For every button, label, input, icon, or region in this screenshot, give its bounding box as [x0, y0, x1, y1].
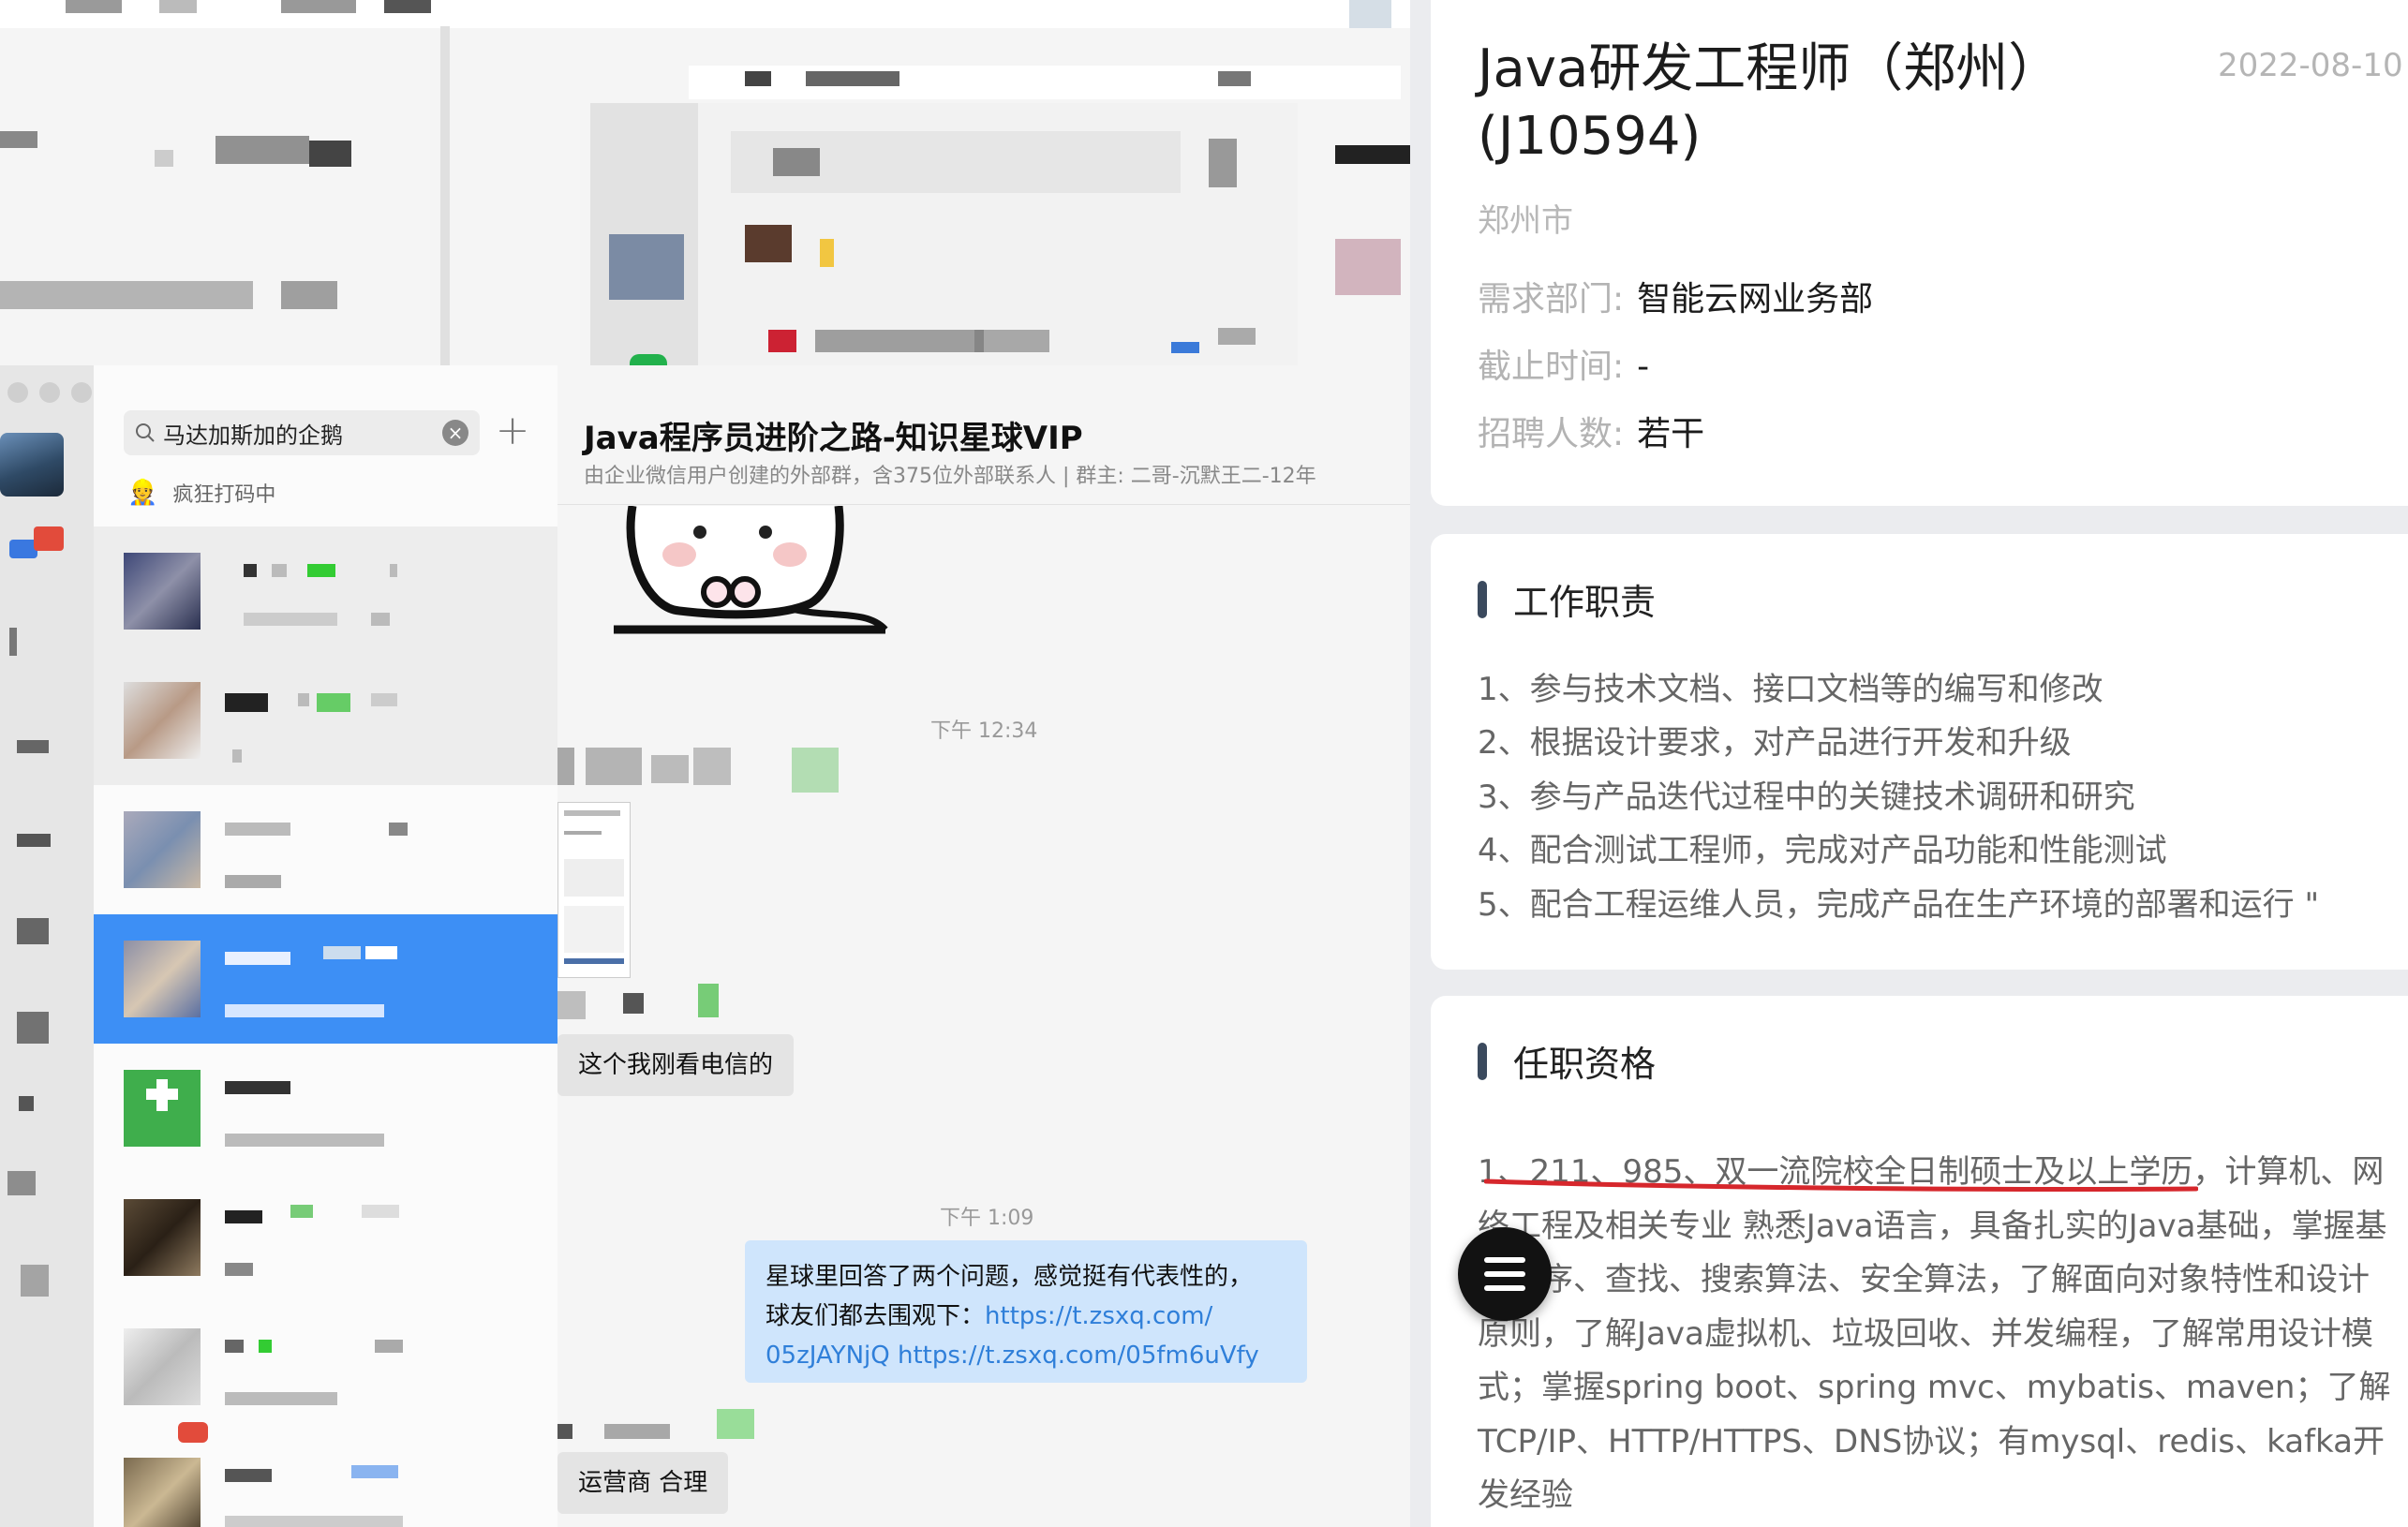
status-row[interactable]: 👷 疯狂打码中	[127, 478, 275, 508]
rail-item[interactable]	[17, 834, 51, 847]
list-item: 4、配合测试工程师，完成对产品功能和性能测试	[1478, 832, 2167, 869]
chat-subtitle: 由企业微信用户创建的外部群，含375位外部联系人 | 群主: 二哥-沉默王二-1…	[584, 465, 1316, 488]
field-label: 截止时间:	[1478, 348, 1625, 386]
list-item: 2、根据设计要求，对产品进行开发和升级	[1478, 724, 2072, 762]
list-item: 5、配合工程运维人员，完成产品在生产环境的部署和运行 "	[1478, 886, 2320, 924]
section-title: 任职资格	[1478, 1035, 1656, 1087]
message-link[interactable]: https://t.zsxq.com/	[985, 1302, 1212, 1330]
close-window-button[interactable]	[7, 382, 28, 403]
field-value: 智能云网业务部	[1637, 280, 1874, 319]
minimize-window-button[interactable]	[39, 382, 60, 403]
list-item: 3、参与产品迭代过程中的关键技术调研和研究	[1478, 778, 2135, 816]
sender-name-redacted	[557, 1409, 764, 1443]
job-header-card: Java研发工程师（郑州）(J10594) 2022-08-10 郑州市 需求部…	[1431, 0, 2408, 506]
chat-pane: Java程序员进阶之路-知识星球VIP 由企业微信用户创建的外部群，含375位外…	[557, 365, 1410, 1527]
background-window	[0, 0, 1410, 365]
section-title: 工作职责	[1478, 573, 1656, 625]
avatar	[124, 553, 201, 630]
list-item[interactable]	[94, 656, 557, 785]
field-value: 若干	[1637, 415, 1705, 453]
conversation-list: 马达加斯加的企鹅 × + 👷 疯狂打码中	[94, 365, 557, 1527]
qualifications-card: 任职资格 1、211、985、双一流院校全日制硕士及以上学历，计算机、网络工程及…	[1431, 996, 2408, 1527]
search-text: 马达加斯加的企鹅	[163, 422, 343, 449]
rail-item[interactable]	[7, 1171, 36, 1195]
sender-avatar-redacted	[792, 748, 839, 793]
clear-icon[interactable]: ×	[442, 420, 468, 446]
avatar	[124, 1199, 201, 1276]
responsibilities-card: 工作职责 1、参与技术文档、接口文档等的编写和修改 2、根据设计要求，对产品进行…	[1431, 534, 2408, 970]
section-title-text: 工作职责	[1513, 582, 1657, 623]
avatar	[124, 1328, 201, 1405]
field-label: 需求部门:	[1478, 280, 1625, 319]
plus-icon[interactable]: +	[492, 405, 533, 457]
sender-name-redacted	[557, 748, 745, 793]
icon-rail	[0, 365, 94, 1527]
menu-icon[interactable]	[1458, 1227, 1552, 1321]
field-headcount: 招聘人数: 若干	[1478, 407, 1704, 455]
message-bubble[interactable]: 运营商 合理	[557, 1452, 729, 1514]
message-line: 星球里回答了两个问题，感觉挺有代表性的，	[766, 1263, 1254, 1291]
rail-item[interactable]	[17, 740, 49, 753]
app-icon[interactable]	[9, 526, 64, 558]
qualifications-text: 1、211、985、双一流院校全日制硕士及以上学历，计算机、网络工程及相关专业 …	[1478, 1153, 2391, 1514]
job-title: Java研发工程师（郑州）(J10594)	[1478, 38, 2035, 167]
search-icon	[136, 423, 155, 442]
list-item: 1、参与技术文档、接口文档等的编写和修改	[1478, 671, 2103, 708]
list-item[interactable]	[94, 1173, 557, 1302]
section-title-text: 任职资格	[1513, 1044, 1657, 1085]
rail-item[interactable]	[17, 1012, 49, 1044]
screenshot-image[interactable]	[557, 802, 631, 978]
chat-title: Java程序员进阶之路-知识星球VIP	[584, 420, 1083, 457]
avatar	[124, 1458, 201, 1527]
avatar[interactable]	[0, 433, 64, 497]
job-city: 郑州市	[1478, 202, 1573, 240]
rail-item[interactable]	[19, 1096, 34, 1111]
field-value: -	[1637, 348, 1650, 386]
list-item[interactable]	[94, 1422, 557, 1527]
list-item-selected[interactable]	[94, 914, 557, 1044]
message-link[interactable]: https://t.zsxq.com/05fm6uVfy	[898, 1342, 1259, 1370]
annotation-underline	[1484, 1179, 2198, 1193]
section-marker	[1478, 580, 1487, 618]
list-item[interactable]	[94, 1044, 557, 1173]
sticker-image[interactable]	[614, 506, 895, 637]
message-bubble[interactable]: 这个我刚看电信的	[557, 1034, 795, 1096]
rail-item[interactable]	[9, 628, 17, 656]
sender-name-redacted	[557, 984, 745, 1021]
list-item[interactable]	[94, 1302, 557, 1431]
message-timestamp: 下午 1:09	[940, 1207, 1034, 1230]
rail-item[interactable]	[17, 918, 49, 944]
avatar	[124, 682, 201, 759]
status-text: 疯狂打码中	[172, 483, 276, 507]
status-emoji: 👷	[127, 479, 158, 507]
chat-window: 马达加斯加的企鹅 × + 👷 疯狂打码中 Java程序员进阶之路-知识星球VIP…	[0, 365, 1410, 1527]
field-department: 需求部门: 智能云网业务部	[1478, 272, 1873, 320]
maximize-window-button[interactable]	[71, 382, 92, 403]
chat-header: Java程序员进阶之路-知识星球VIP 由企业微信用户创建的外部群，含375位外…	[557, 365, 1410, 505]
message-link[interactable]: 05zJAYNjQ	[766, 1342, 890, 1370]
field-label: 招聘人数:	[1478, 415, 1625, 453]
message-timestamp: 下午 12:34	[930, 719, 1038, 743]
job-detail-panel: Java研发工程师（郑州）(J10594) 2022-08-10 郑州市 需求部…	[1410, 0, 2408, 1527]
avatar	[124, 811, 201, 888]
list-item[interactable]	[94, 785, 557, 914]
avatar	[124, 941, 201, 1017]
field-deadline: 截止时间: -	[1478, 339, 1649, 388]
list-item[interactable]	[94, 526, 557, 656]
rail-item[interactable]	[21, 1265, 49, 1297]
section-marker	[1478, 1042, 1487, 1080]
job-date: 2022-08-10	[2218, 47, 2403, 84]
message-line: 球友们都去围观下：	[766, 1302, 986, 1330]
message-bubble-outgoing[interactable]: 星球里回答了两个问题，感觉挺有代表性的， 球友们都去围观下：https://t.…	[745, 1240, 1307, 1383]
search-input[interactable]: 马达加斯加的企鹅 ×	[124, 410, 480, 455]
